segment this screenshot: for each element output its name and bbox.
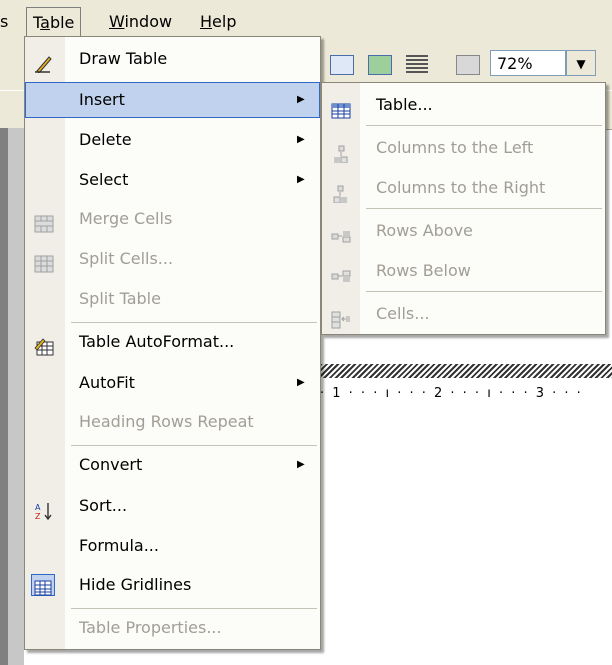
menu-item-label: Insert (79, 90, 125, 109)
menu-format-partial[interactable]: s (0, 10, 14, 34)
split-cells-icon (34, 250, 54, 273)
menu-item-table-properties[interactable]: Table Properties... (25, 610, 320, 646)
rows-above-icon (331, 222, 351, 243)
excel-worksheet-icon[interactable] (368, 55, 392, 75)
columns-right-icon (331, 179, 351, 204)
ruler-hatch (320, 364, 612, 378)
menu-item-label: Table AutoFormat... (79, 332, 235, 351)
menu-item-delete[interactable]: Delete ▶ (25, 122, 320, 158)
menu-table-label: Table (33, 13, 75, 32)
menu-item-heading-rows-repeat[interactable]: Heading Rows Repeat (25, 404, 320, 440)
columns-icon[interactable] (406, 55, 428, 73)
menu-separator (366, 125, 602, 126)
menu-item-label: Draw Table (79, 49, 168, 68)
menu-item-select[interactable]: Select ▶ (25, 162, 320, 198)
submenu-arrow-icon: ▶ (297, 134, 305, 145)
submenu-item-cells[interactable]: Cells... (322, 295, 605, 333)
insert-table-icon (331, 96, 351, 119)
menu-item-split-cells[interactable]: Split Cells... (25, 241, 320, 277)
submenu-item-label: Columns to the Right (376, 178, 546, 197)
menu-item-label: Delete (79, 130, 132, 149)
submenu-arrow-icon: ▶ (297, 174, 305, 185)
menu-item-split-table[interactable]: Split Table (25, 281, 320, 317)
sort-az-icon: AZ (34, 497, 54, 521)
svg-text:A: A (35, 503, 41, 512)
menu-item-label: Heading Rows Repeat (79, 412, 254, 431)
submenu-item-label: Cells... (376, 304, 430, 323)
menu-bar: s Table Window Help (0, 0, 612, 41)
columns-left-icon (331, 139, 351, 164)
zoom-combobox[interactable]: 72% (490, 50, 566, 76)
menu-window[interactable]: Window (103, 10, 178, 34)
insert-submenu: Table... Columns to the Left Columns to … (321, 82, 606, 335)
pencil-icon (34, 50, 54, 74)
zoom-dropdown-arrow-icon[interactable]: ▼ (566, 50, 596, 76)
ruler-marks: · 1 · · · ı · · · 2 · · · ı · · · 3 · · … (320, 386, 583, 401)
menu-item-label: Convert (79, 455, 143, 474)
menu-item-table-autoformat[interactable]: Table AutoFormat... (25, 324, 320, 360)
menu-item-label: Hide Gridlines (79, 575, 192, 594)
menu-item-sort[interactable]: AZ Sort... (25, 488, 320, 524)
submenu-item-label: Rows Below (376, 261, 471, 280)
menu-item-label: Split Table (79, 289, 161, 308)
submenu-item-rows-above[interactable]: Rows Above (322, 212, 605, 250)
menu-help[interactable]: Help (194, 10, 242, 34)
menu-item-label: Sort... (79, 496, 128, 515)
submenu-item-table[interactable]: Table... (322, 86, 605, 124)
svg-text:Z: Z (35, 512, 41, 520)
submenu-arrow-icon: ▶ (297, 459, 305, 470)
zoom-value: 72% (497, 54, 533, 73)
menu-table[interactable]: Table (26, 7, 82, 38)
merge-cells-icon (34, 210, 54, 233)
window-edge (0, 128, 8, 665)
vertical-ruler (8, 128, 24, 665)
submenu-item-columns-right[interactable]: Columns to the Right (322, 169, 605, 207)
submenu-arrow-icon: ▶ (297, 94, 305, 105)
menu-item-draw-table[interactable]: Draw Table (25, 41, 320, 77)
menu-item-label: Merge Cells (79, 209, 173, 228)
insert-table-toolbar-icon[interactable] (330, 55, 354, 75)
menu-item-autofit[interactable]: AutoFit ▶ (25, 365, 320, 401)
menu-item-formula[interactable]: Formula... (25, 528, 320, 564)
insert-cells-icon (331, 305, 351, 329)
submenu-item-columns-left[interactable]: Columns to the Left (322, 129, 605, 167)
menu-item-label: AutoFit (79, 373, 135, 392)
submenu-arrow-icon: ▶ (297, 377, 305, 388)
menu-item-insert[interactable]: Insert ▶ (25, 82, 320, 118)
menu-separator (71, 445, 317, 446)
submenu-item-label: Table... (376, 95, 433, 114)
menu-item-hide-gridlines[interactable]: Hide Gridlines (25, 567, 320, 603)
menu-item-label: Formula... (79, 536, 159, 555)
menu-item-label: Select (79, 170, 129, 189)
gridlines-icon (31, 574, 55, 596)
menu-separator (71, 608, 317, 609)
submenu-item-label: Columns to the Left (376, 138, 534, 157)
submenu-item-label: Rows Above (376, 221, 473, 240)
table-menu: Draw Table Insert ▶ Delete ▶ Select ▶ Me… (24, 36, 321, 650)
menu-item-merge-cells[interactable]: Merge Cells (25, 201, 320, 237)
horizontal-ruler[interactable]: · 1 · · · ı · · · 2 · · · ı · · · 3 · · … (320, 380, 612, 408)
menu-item-convert[interactable]: Convert ▶ (25, 447, 320, 483)
menu-item-label: Table Properties... (79, 618, 222, 637)
document-map-icon[interactable] (456, 55, 480, 75)
submenu-item-rows-below[interactable]: Rows Below (322, 252, 605, 290)
menu-separator (366, 291, 602, 292)
rows-below-icon (331, 262, 351, 282)
autoformat-icon (34, 333, 54, 356)
menu-item-label: Split Cells... (79, 249, 174, 268)
menu-separator (71, 322, 317, 323)
menu-separator (366, 208, 602, 209)
